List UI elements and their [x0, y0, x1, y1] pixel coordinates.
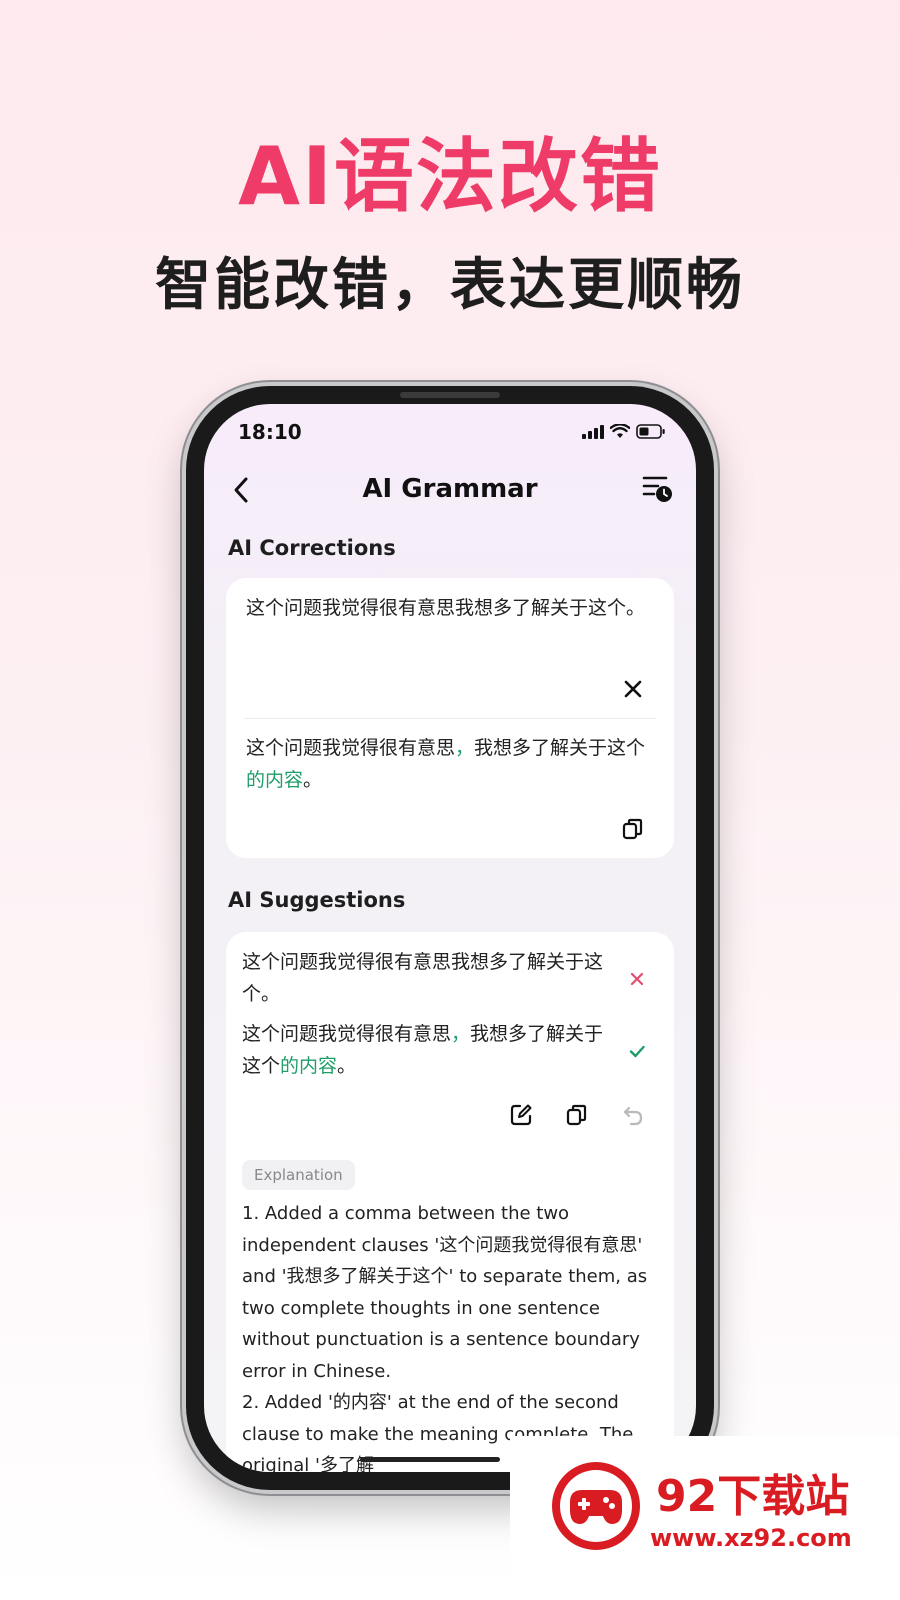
corrected-part: 。 [303, 769, 323, 791]
promo-subtitle: 智能改错，表达更顺畅 [155, 253, 745, 318]
corrections-original-text: 这个问题我觉得很有意思我想多了解关于这个。 [246, 597, 646, 619]
corrected-part: 。 [337, 1055, 357, 1077]
copy-icon [622, 818, 643, 840]
reject-suggestion-button[interactable] [624, 966, 650, 992]
watermark-name: 92下载站 [656, 1471, 850, 1522]
promo-title: AI语法改错 [238, 130, 662, 223]
app-screen: 18:10 AI Grammar AI Corrections 这个问题我觉得很… [204, 404, 696, 1472]
phone-speaker [400, 392, 500, 398]
undo-button[interactable] [620, 1102, 646, 1128]
undo-icon [623, 1106, 643, 1126]
status-time: 18:10 [238, 420, 302, 444]
clear-button[interactable] [620, 676, 646, 702]
status-icons [582, 424, 666, 439]
battery-icon [636, 424, 665, 439]
explanation-tag: Explanation [242, 1160, 355, 1190]
copy-icon [566, 1104, 587, 1126]
edit-icon [510, 1104, 532, 1126]
suggestion-corrected-text: 这个问题我觉得很有意思，我想多了解关于这个的内容。 [242, 1018, 618, 1082]
corrections-label: AI Corrections [228, 536, 396, 560]
close-icon [630, 972, 644, 986]
phone-frame: 18:10 AI Grammar AI Corrections 这个问题我觉得很… [186, 386, 714, 1490]
status-bar: 18:10 [204, 404, 696, 460]
corrections-card: 这个问题我觉得很有意思我想多了解关于这个。 这个问题我觉得很有意思，我想多了解关… [226, 578, 674, 858]
close-icon [624, 680, 642, 698]
wifi-icon [610, 424, 630, 438]
suggestion-original-text: 这个问题我觉得很有意思我想多了解关于这个。 [242, 951, 604, 1005]
watermark: 92下载站 www.xz92.com [510, 1436, 900, 1600]
corrected-highlight: ， [455, 737, 475, 759]
corrections-corrected-text: 这个问题我觉得很有意思，我想多了解关于这个的内容。 [246, 732, 646, 796]
home-indicator [360, 1457, 500, 1462]
copy-suggestion-button[interactable] [564, 1102, 590, 1128]
signal-icon [582, 424, 604, 439]
corrected-part: 我想多了解关于这个 [474, 737, 646, 759]
accept-suggestion-button[interactable] [624, 1038, 650, 1064]
suggestions-card: 这个问题我觉得很有意思我想多了解关于这个。 这个问题我觉得很有意思，我想多了解关… [226, 932, 674, 1472]
corrected-highlight: 的内容 [280, 1055, 338, 1077]
check-icon [629, 1045, 645, 1058]
suggestions-label: AI Suggestions [228, 888, 406, 912]
explanation-text: 1. Added a comma between the two indepen… [242, 1203, 648, 1472]
history-icon [642, 476, 672, 502]
gamepad-logo-icon [552, 1462, 640, 1550]
history-button[interactable] [640, 470, 674, 506]
nav-bar: AI Grammar [204, 466, 696, 514]
edit-button[interactable] [508, 1102, 534, 1128]
card-divider [244, 718, 656, 719]
corrected-part: 这个问题我觉得很有意思 [242, 1023, 452, 1045]
corrected-highlight: ， [451, 1023, 471, 1045]
corrected-highlight: 的内容 [246, 769, 304, 791]
copy-correction-button[interactable] [620, 816, 646, 842]
watermark-url: www.xz92.com [650, 1524, 852, 1552]
page-title: AI Grammar [362, 474, 538, 504]
corrected-part: 这个问题我觉得很有意思 [246, 737, 456, 759]
